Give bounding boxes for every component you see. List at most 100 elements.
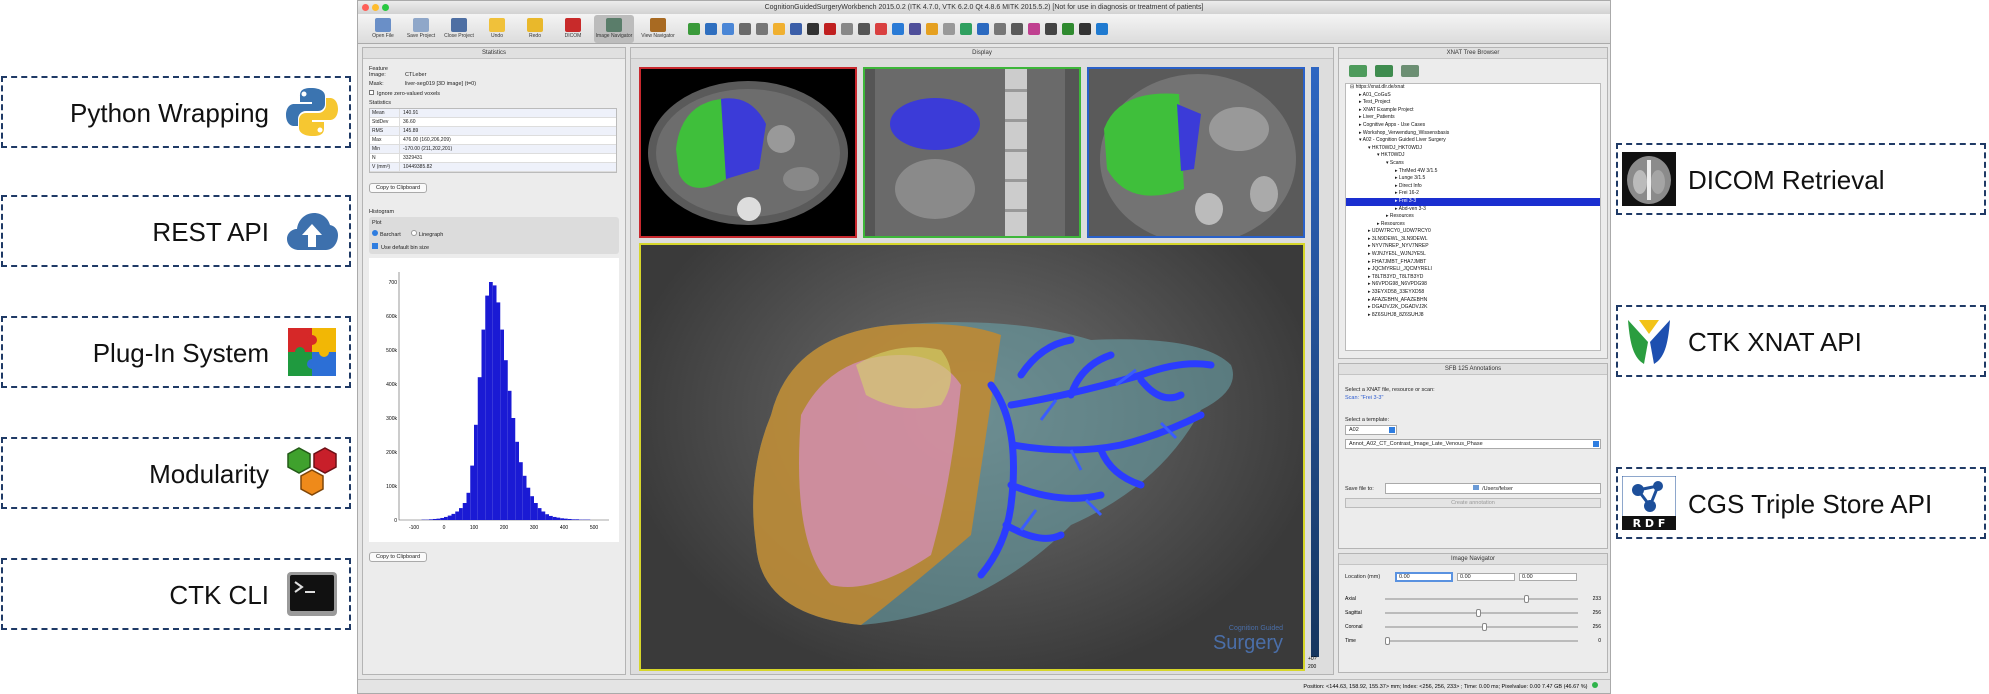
- tree-item[interactable]: ▸ Abd-ven 3-3: [1346, 206, 1600, 214]
- zoom-window-button[interactable]: [382, 4, 389, 11]
- tree-item[interactable]: ▸ XNAT Example Project: [1346, 107, 1600, 115]
- display-tab[interactable]: Display: [631, 48, 1333, 59]
- close-project-button[interactable]: Close Project: [442, 15, 476, 43]
- tree-item[interactable]: ▸ A01_CoGuS: [1346, 92, 1600, 100]
- 3d-render-view[interactable]: Cognition Guided Surgery: [639, 243, 1305, 671]
- template-select[interactable]: A02: [1345, 425, 1397, 435]
- plugin-3-icon[interactable]: [722, 22, 734, 35]
- image-navigator-button[interactable]: Image Navigator: [594, 14, 634, 43]
- tree-item[interactable]: ⊟ https://xnat.dlr.de/xnat: [1346, 84, 1600, 92]
- plugin-16-icon[interactable]: [943, 22, 955, 35]
- plugin-24-icon[interactable]: [1079, 22, 1091, 35]
- plugin-6-icon[interactable]: [773, 22, 785, 35]
- slider-handle[interactable]: [1481, 623, 1487, 631]
- slider-track[interactable]: [1385, 595, 1578, 603]
- plugin-13-icon[interactable]: [892, 22, 904, 35]
- tree-item[interactable]: ▸ NYV7NREP_NYV7NREP: [1346, 243, 1600, 251]
- location-x-input[interactable]: 0.00: [1395, 572, 1453, 582]
- tree-item[interactable]: ▾ HKT0WDJ: [1346, 152, 1600, 160]
- dicom-button[interactable]: DICOM: [556, 15, 590, 43]
- plugin-7-icon[interactable]: [790, 22, 802, 35]
- plugin-1-icon[interactable]: [688, 22, 700, 35]
- plugin-21-icon[interactable]: [1028, 22, 1040, 35]
- create-annotation-button[interactable]: Create annotation: [1345, 498, 1601, 508]
- tree-item[interactable]: ▸ Workshop_Verwendung_Wissensbasis: [1346, 130, 1600, 138]
- tree-item[interactable]: ▸ Resources: [1346, 213, 1600, 221]
- tree-item[interactable]: ▸ Cognitive Apps - Use Cases: [1346, 122, 1600, 130]
- xnat-tab[interactable]: XNAT Tree Browser: [1339, 48, 1607, 59]
- tree-item[interactable]: ▸ FHA7JMBT_FHA7JMBT: [1346, 259, 1600, 267]
- coronal-view[interactable]: [1087, 67, 1305, 238]
- plugin-18-icon[interactable]: [977, 22, 989, 35]
- plugin-20-icon[interactable]: [1011, 22, 1023, 35]
- slider-track[interactable]: [1385, 609, 1578, 617]
- redo-button[interactable]: Redo: [518, 15, 552, 43]
- tree-item[interactable]: ▸ AFAZEBHN_AFAZEBHN: [1346, 297, 1600, 305]
- tree-item[interactable]: ▾ HKT0WDJ_HKT0WDJ: [1346, 145, 1600, 153]
- tree-item[interactable]: ▸ N6VPDG98_N6VPDG98: [1346, 281, 1600, 289]
- tree-item[interactable]: ▸ ThrMed 4W 3/1.5: [1346, 168, 1600, 176]
- location-y-input[interactable]: 0.00: [1457, 573, 1515, 581]
- tree-item[interactable]: ▸ UDW7RCY0_UDW7RCY0: [1346, 228, 1600, 236]
- slider-handle[interactable]: [1475, 609, 1481, 617]
- plugin-2-icon[interactable]: [705, 22, 717, 35]
- barchart-radio[interactable]: Barchart: [372, 230, 401, 238]
- tree-item[interactable]: ▸ Resources: [1346, 221, 1600, 229]
- axial-view[interactable]: [639, 67, 857, 238]
- plugin-4-icon[interactable]: [739, 22, 751, 35]
- tree-item[interactable]: ▾ Scans: [1346, 160, 1600, 168]
- save-path-button[interactable]: /Users/felser: [1385, 483, 1601, 494]
- close-window-button[interactable]: [362, 4, 369, 11]
- tree-item[interactable]: ▸ Frei 3-3: [1346, 197, 1600, 206]
- tree-item[interactable]: ▸ T8LTB3YD_T8LTB3YD: [1346, 274, 1600, 282]
- plugin-15-icon[interactable]: [926, 22, 938, 35]
- tree-item[interactable]: ▸ Liver_Patients: [1346, 114, 1600, 122]
- tree-item[interactable]: ▸ Test_Project: [1346, 99, 1600, 107]
- copy-to-clipboard-button[interactable]: Copy to Clipboard: [369, 183, 428, 193]
- plugin-23-icon[interactable]: [1062, 22, 1074, 35]
- plugin-10-icon[interactable]: [841, 22, 853, 35]
- ignore-zero-checkbox[interactable]: [369, 90, 374, 95]
- plugin-12-icon[interactable]: [875, 22, 887, 35]
- plugin-19-icon[interactable]: [994, 22, 1006, 35]
- tree-item[interactable]: ▸ Frei 16-2: [1346, 190, 1600, 198]
- slider-handle[interactable]: [1385, 637, 1390, 645]
- linegraph-radio[interactable]: Linegraph: [410, 230, 443, 238]
- slider-track[interactable]: [1385, 637, 1578, 645]
- tree-item[interactable]: ▸ JQCMYRELI_JQCMYRELI: [1346, 266, 1600, 274]
- view-navigator-button[interactable]: View Navigator: [638, 15, 678, 43]
- tree-item[interactable]: ▸ 33EYXD58_33EYXD58: [1346, 289, 1600, 297]
- level-window-slider[interactable]: [1311, 67, 1319, 657]
- default-bin-checkbox[interactable]: [372, 243, 378, 249]
- plugin-14-icon[interactable]: [909, 22, 921, 35]
- statistics-tab[interactable]: Statistics: [363, 48, 625, 59]
- tree-item[interactable]: ▸ Direct Info: [1346, 183, 1600, 191]
- open-file-button[interactable]: Open File: [366, 15, 400, 43]
- save-project-button[interactable]: Save Project: [404, 15, 438, 43]
- plugin-8-icon[interactable]: [807, 22, 819, 35]
- annotation-select[interactable]: Annot_A02_CT_Contrast_Image_Late_Venous_…: [1345, 439, 1601, 449]
- plugin-17-icon[interactable]: [960, 22, 972, 35]
- tree-item[interactable]: ▸ 3LN9DEWL_3LN9DEWL: [1346, 236, 1600, 244]
- download-icon[interactable]: [1401, 65, 1419, 77]
- sagittal-view[interactable]: [863, 67, 1081, 238]
- plugin-5-icon[interactable]: [756, 22, 768, 35]
- plugin-11-icon[interactable]: [858, 22, 870, 35]
- tree-item[interactable]: ▸ DGADVJ2K_DGADVJ2K: [1346, 304, 1600, 312]
- slider-handle[interactable]: [1523, 595, 1529, 603]
- annotations-tab[interactable]: SFB 125 Annotations: [1339, 364, 1607, 375]
- tree-item[interactable]: ▸ Lunge 3/1.5: [1346, 175, 1600, 183]
- refresh-icon[interactable]: [1349, 65, 1367, 77]
- plugin-22-icon[interactable]: [1045, 22, 1057, 35]
- tree-item[interactable]: ▸ WJNJYE5L_WJNJYE5L: [1346, 251, 1600, 259]
- tree-item[interactable]: ▾ A02 - Cognition Guided Liver Surgery: [1346, 137, 1600, 145]
- image-navigator-tab[interactable]: Image Navigator: [1339, 554, 1607, 565]
- copy-to-clipboard-button-2[interactable]: Copy to Clipboard: [369, 552, 428, 562]
- connect-icon[interactable]: [1375, 65, 1393, 77]
- undo-button[interactable]: Undo: [480, 15, 514, 43]
- location-z-input[interactable]: 0.00: [1519, 573, 1577, 581]
- slider-track[interactable]: [1385, 623, 1578, 631]
- tree-item[interactable]: ▸ 8Z6SUHJ8_8Z6SUHJ8: [1346, 312, 1600, 320]
- plugin-25-icon[interactable]: [1096, 22, 1108, 35]
- minimize-window-button[interactable]: [372, 4, 379, 11]
